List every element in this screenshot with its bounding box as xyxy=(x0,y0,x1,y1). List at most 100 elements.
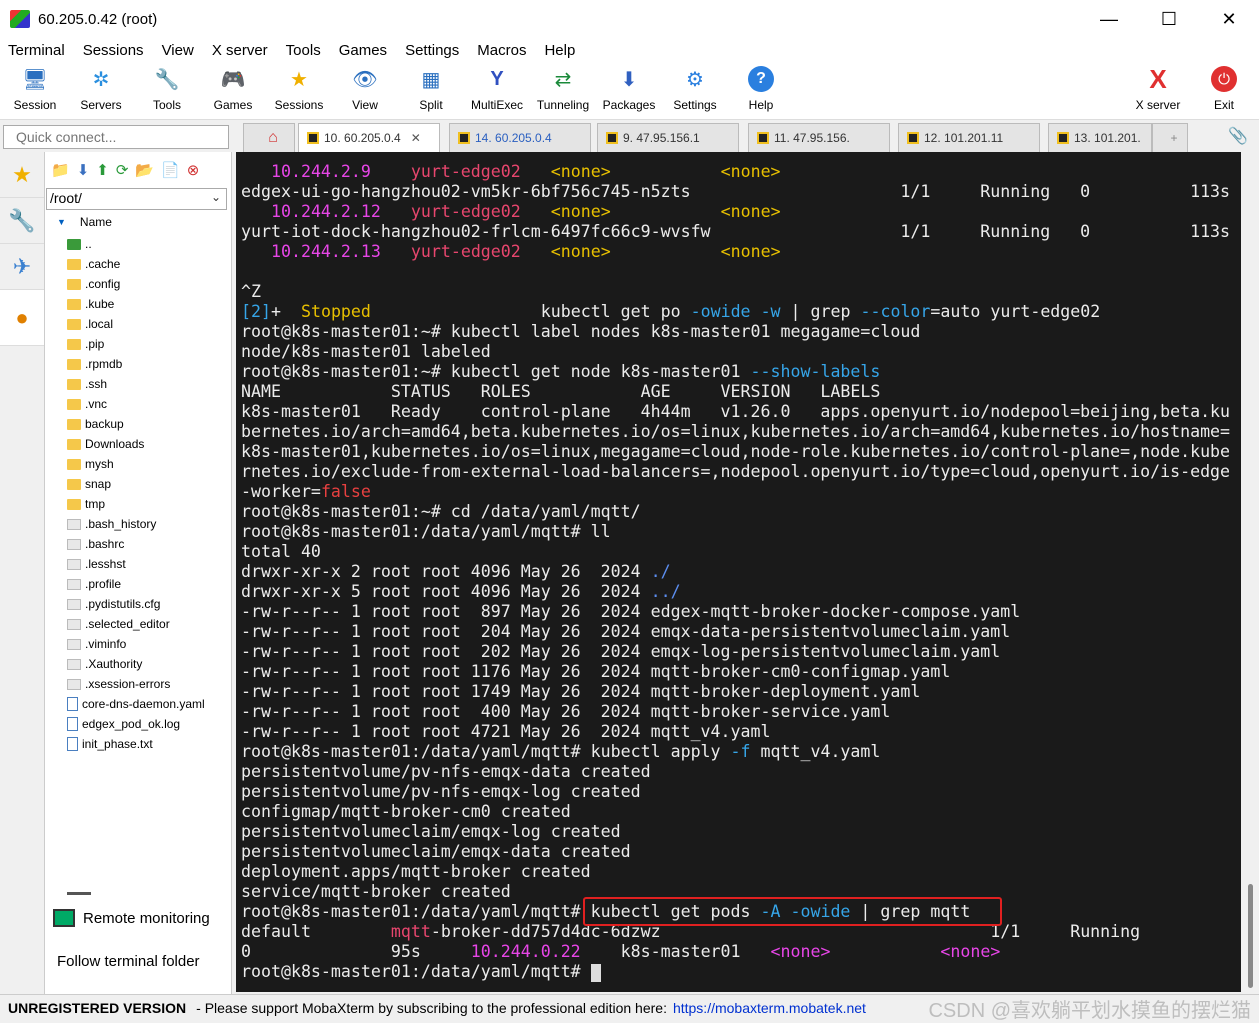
file-list-item[interactable]: .profile xyxy=(45,574,231,594)
tab-session-13[interactable]: 13. 101.201. xyxy=(1048,123,1152,152)
file-icon xyxy=(67,737,78,751)
file-list-item[interactable]: .cache xyxy=(45,254,231,274)
file-list-item[interactable]: .ssh xyxy=(45,374,231,394)
file-list-item[interactable]: .bashrc xyxy=(45,534,231,554)
tab-session-9[interactable]: 9. 47.95.156.1 xyxy=(597,123,739,152)
toolbar-exit-button[interactable]: ⏻ Exit xyxy=(1191,66,1257,112)
toolbar-x-server-button[interactable]: XX server xyxy=(1125,64,1191,113)
menu-help[interactable]: Help xyxy=(544,42,575,59)
menu-sessions[interactable]: Sessions xyxy=(83,42,144,59)
sidebar-bottom-panel: Remote monitoring Follow terminal folder xyxy=(45,884,231,974)
file-list-item[interactable]: core-dns-daemon.yaml xyxy=(45,694,231,714)
file-list-item[interactable]: .. xyxy=(45,234,231,254)
toolbar-tunneling-button[interactable]: ⇄ Tunneling xyxy=(530,66,596,113)
toolbar-view-button[interactable]: 👁 View xyxy=(332,66,398,113)
help-icon: ? xyxy=(748,66,774,92)
menu-settings[interactable]: Settings xyxy=(405,42,459,59)
terminal-line: drwxr-xr-x 5 root root 4096 May 26 2024 … xyxy=(241,582,1253,602)
quick-connect-input[interactable] xyxy=(3,125,229,149)
maximize-button[interactable]: ☐ xyxy=(1139,0,1199,38)
new-folder-icon[interactable]: 📂 xyxy=(135,161,154,179)
file-list-item[interactable]: snap xyxy=(45,474,231,494)
file-name: .pydistutils.cfg xyxy=(85,597,161,611)
delete-icon[interactable]: ⊗ xyxy=(187,161,200,179)
file-list-item[interactable]: .xsession-errors xyxy=(45,674,231,694)
home-tab[interactable]: ⌂ xyxy=(243,123,295,152)
sidebar-send-icon[interactable]: ✈ xyxy=(0,244,44,290)
toolbar-packages-button[interactable]: ⬇ Packages xyxy=(596,66,662,113)
parent-folder-icon[interactable]: 📁 xyxy=(51,161,70,179)
file-list-item[interactable]: .vnc xyxy=(45,394,231,414)
file-list-item[interactable]: .config xyxy=(45,274,231,294)
mobaxterm-link[interactable]: https://mobaxterm.mobatek.net xyxy=(673,1000,866,1016)
toolbar-multiexec-button[interactable]: Y MultiExec xyxy=(464,66,530,113)
menu-tools[interactable]: Tools xyxy=(286,42,321,59)
remote-monitoring-button[interactable]: Remote monitoring xyxy=(45,905,231,931)
toolbar-tools-button[interactable]: 🔧 Tools xyxy=(134,66,200,113)
file-list-item[interactable]: .local xyxy=(45,314,231,334)
panel-resize-handle[interactable] xyxy=(67,892,91,895)
tab-session-11[interactable]: 11. 47.95.156. xyxy=(748,123,890,152)
terminal-text: <none> xyxy=(550,242,611,261)
sftp-file-browser: 📁 ⬇ ⬆ ⟳ 📂 📄 ⊗ /root/⌄ ▼ Name .. .cache .con… xyxy=(45,152,232,1000)
upload-icon[interactable]: ⬆ xyxy=(96,161,109,179)
new-tab-button[interactable]: + xyxy=(1152,123,1188,152)
menu-terminal[interactable]: Terminal xyxy=(8,42,65,59)
tab-session-10[interactable]: 10. 60.205.0.4 ✕ xyxy=(298,123,440,152)
favorites-star-icon[interactable]: ★ xyxy=(0,152,44,198)
toolbar-settings-button[interactable]: ⚙ Settings xyxy=(662,66,728,113)
scrollbar-thumb[interactable] xyxy=(1248,884,1253,988)
follow-terminal-folder-checkbox[interactable]: Follow terminal folder xyxy=(45,948,231,974)
file-list-item[interactable]: mysh xyxy=(45,454,231,474)
menu-games[interactable]: Games xyxy=(339,42,387,59)
download-icon[interactable]: ⬇ xyxy=(77,161,90,179)
file-list-item[interactable]: backup xyxy=(45,414,231,434)
file-list-item[interactable]: Downloads xyxy=(45,434,231,454)
folder-icon xyxy=(67,498,81,510)
file-list-item[interactable]: .Xauthority xyxy=(45,654,231,674)
sftp-browser-icon[interactable]: ● xyxy=(0,290,44,346)
attach-icon[interactable]: 📎 xyxy=(1228,126,1248,146)
toolbar-games-button[interactable]: 🎮 Games xyxy=(200,66,266,113)
close-tab-icon[interactable]: ✕ xyxy=(411,131,421,145)
file-list-item[interactable]: .viminfo xyxy=(45,634,231,654)
terminal-line: -rw-r--r-- 1 root root 202 May 26 2024 e… xyxy=(241,642,1253,662)
close-button[interactable]: ✕ xyxy=(1199,0,1259,38)
home-icon: ⌂ xyxy=(268,129,278,146)
file-list-item[interactable]: .bash_history xyxy=(45,514,231,534)
menu-view[interactable]: View xyxy=(162,42,194,59)
path-dropdown[interactable]: /root/⌄ xyxy=(46,188,227,210)
toolbar-split-button[interactable]: ▦ Split xyxy=(398,66,464,113)
file-list-item[interactable]: tmp xyxy=(45,494,231,514)
file-name: .viminfo xyxy=(85,637,127,651)
toolbar-help-button[interactable]: ? Help xyxy=(728,66,794,112)
terminal-cursor xyxy=(590,963,601,982)
menu-macros[interactable]: Macros xyxy=(477,42,526,59)
file-list-item[interactable]: init_phase.txt xyxy=(45,734,231,754)
file-list-header[interactable]: ▼ Name xyxy=(45,210,231,234)
toolbar-session-button[interactable]: 🖥 Session xyxy=(2,66,68,113)
terminal-output[interactable]: 10.244.2.9 yurt-edge02 <none> <none> edge… xyxy=(236,152,1253,992)
file-list-item[interactable]: .pip xyxy=(45,334,231,354)
refresh-icon[interactable]: ⟳ xyxy=(116,161,129,179)
new-file-icon[interactable]: 📄 xyxy=(161,161,180,179)
file-list-item[interactable]: .kube xyxy=(45,294,231,314)
terminal-scrollbar[interactable] xyxy=(1241,152,1259,992)
minimize-button[interactable]: — xyxy=(1079,0,1139,38)
file-list-item[interactable]: .lesshst xyxy=(45,554,231,574)
sidebar-tools-icon[interactable]: 🔧 xyxy=(0,198,44,244)
menu-x-server[interactable]: X server xyxy=(212,42,268,59)
tab-session-12[interactable]: 12. 101.201.11 xyxy=(898,123,1040,152)
file-list-item[interactable]: edgex_pod_ok.log xyxy=(45,714,231,734)
terminal-text: ^Z xyxy=(241,282,261,301)
highlight-box xyxy=(583,897,1002,926)
toolbar-servers-button[interactable]: ✲ Servers xyxy=(68,66,134,113)
file-list-item[interactable]: .rpmdb xyxy=(45,354,231,374)
toolbar-sessions-button[interactable]: ★ Sessions xyxy=(266,66,332,113)
file-list-item[interactable]: .selected_editor xyxy=(45,614,231,634)
packages-icon: ⬇ xyxy=(620,68,638,91)
file-list-item[interactable]: .pydistutils.cfg xyxy=(45,594,231,614)
tab-session-14[interactable]: 14. 60.205.0.4 xyxy=(449,123,591,152)
